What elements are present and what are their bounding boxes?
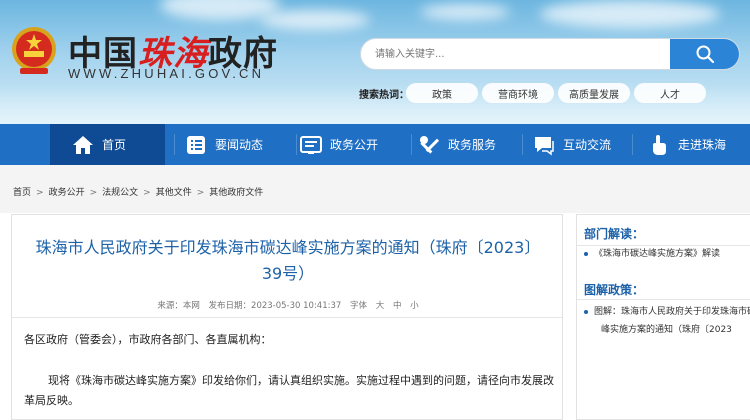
breadcrumb-separator: > xyxy=(36,188,44,198)
nav-item-government-services[interactable]: 政务服务 xyxy=(418,124,528,165)
nav-item-label: 要闻动态 xyxy=(215,138,264,152)
pointer-hand-icon xyxy=(648,134,670,156)
graphic-policy-link-text: 图解：珠海市人民政府关于印发珠海市碳达 xyxy=(594,307,750,317)
breadcrumb-home[interactable]: 首页 xyxy=(13,188,31,198)
main-nav: 首页 要闻动态 政务公开 政务服务 互动交流 走进珠海 xyxy=(0,124,750,165)
sky-cloud xyxy=(540,0,720,28)
nav-separator xyxy=(522,134,523,155)
home-icon xyxy=(72,134,94,156)
breadcrumb-regulations[interactable]: 法规公文 xyxy=(102,188,138,198)
nav-item-label: 互动交流 xyxy=(563,138,612,152)
font-size-small-button[interactable]: 小 xyxy=(410,301,419,311)
breadcrumb-government-affairs[interactable]: 政务公开 xyxy=(49,188,85,198)
hot-tag-business-environment[interactable]: 营商环境 xyxy=(482,83,554,103)
site-url: WWW.ZHUHAI.GOV.CN xyxy=(68,66,265,81)
search-button[interactable] xyxy=(670,39,739,69)
site-header: 中国珠海政府 WWW.ZHUHAI.GOV.CN 搜索热词： 政策 营商环境 高… xyxy=(0,0,750,124)
graphic-policy-heading: 图解政策： xyxy=(584,283,645,297)
breadcrumb-other-documents[interactable]: 其他文件 xyxy=(156,188,192,198)
nav-item-label: 首页 xyxy=(102,138,127,152)
breadcrumb-bar: 首页 > 政务公开 > 法规公文 > 其他文件 > 其他政府文件 xyxy=(0,165,750,213)
search-box xyxy=(360,38,740,70)
nav-item-government-affairs[interactable]: 政务公开 xyxy=(300,124,410,165)
nav-item-interaction[interactable]: 互动交流 xyxy=(533,124,643,165)
article-title-line: 39号） xyxy=(261,264,315,283)
article-divider xyxy=(12,317,562,318)
nav-item-label: 走进珠海 xyxy=(678,138,727,152)
sidebar-divider xyxy=(577,299,750,300)
sidebar-panel: 部门解读： 《珠海市碳达峰实施方案》解读 图解政策： 图解：珠海市人民政府关于印… xyxy=(576,214,750,420)
chat-bubble-icon xyxy=(533,134,555,156)
nav-separator xyxy=(174,134,175,155)
article-meta: 来源：本网 发布日期：2023-05-30 10:41:37 字体 大 中 小 xyxy=(12,299,564,311)
national-emblem-icon xyxy=(8,24,60,78)
article-title-line: 珠海市人民政府关于印发珠海市碳达峰实施方案的通知（珠府〔2023〕 xyxy=(35,238,541,257)
dept-interpretation-link-text: 《珠海市碳达峰实施方案》解读 xyxy=(594,249,721,259)
hot-words-label: 搜索热词： xyxy=(359,90,409,101)
font-size-large-button[interactable]: 大 xyxy=(376,301,385,311)
hot-tag-high-quality-development[interactable]: 高质量发展 xyxy=(558,83,630,103)
article-source: 来源：本网 xyxy=(157,301,200,311)
service-tools-icon xyxy=(418,134,440,156)
font-size-medium-button[interactable]: 中 xyxy=(393,301,402,311)
nav-separator xyxy=(632,134,633,155)
search-icon xyxy=(696,45,715,64)
font-size-label: 字体 xyxy=(350,301,368,311)
nav-item-label: 政务公开 xyxy=(330,138,379,152)
bullet-dot xyxy=(584,309,588,314)
hot-tag-policy[interactable]: 政策 xyxy=(406,83,478,103)
article-date: 发布日期：2023-05-30 10:41:37 xyxy=(208,301,342,311)
news-list-icon xyxy=(185,134,207,156)
document-board-icon xyxy=(300,134,322,156)
breadcrumb: 首页 > 政务公开 > 法规公文 > 其他文件 > 其他政府文件 xyxy=(13,185,263,198)
graphic-policy-link-continued[interactable]: 峰实施方案的通知（珠府〔2023 xyxy=(601,321,732,339)
nav-item-label: 政务服务 xyxy=(448,138,497,152)
graphic-policy-link[interactable]: 图解：珠海市人民政府关于印发珠海市碳达 xyxy=(584,303,750,321)
article-title: 珠海市人民政府关于印发珠海市碳达峰实施方案的通知（珠府〔2023〕 39号） xyxy=(12,235,564,287)
article-salutation: 各区政府（管委会），市政府各部门、各直属机构： xyxy=(24,333,272,346)
nav-item-about-zhuhai[interactable]: 走进珠海 xyxy=(648,124,750,165)
breadcrumb-separator: > xyxy=(196,188,205,198)
hot-tag-talent[interactable]: 人才 xyxy=(634,83,706,103)
dept-interpretation-heading: 部门解读： xyxy=(584,227,645,241)
nav-item-news[interactable]: 要闻动态 xyxy=(185,124,295,165)
breadcrumb-other-government-documents[interactable]: 其他政府文件 xyxy=(209,188,263,198)
dept-interpretation-link[interactable]: 《珠海市碳达峰实施方案》解读 xyxy=(584,245,720,263)
article-body: 现将《珠海市碳达峰实施方案》印发给你们，请认真组织实施。实施过程中遇到的问题，请… xyxy=(24,374,554,407)
nav-item-home[interactable]: 首页 xyxy=(50,124,165,165)
article-panel: 珠海市人民政府关于印发珠海市碳达峰实施方案的通知（珠府〔2023〕 39号） 来… xyxy=(11,214,563,420)
nav-separator xyxy=(296,134,297,155)
nav-separator xyxy=(411,134,412,155)
bullet-dot xyxy=(584,251,588,256)
sky-cloud xyxy=(420,4,510,20)
breadcrumb-separator: > xyxy=(89,188,98,198)
search-input[interactable] xyxy=(375,39,675,69)
breadcrumb-separator: > xyxy=(143,188,151,198)
